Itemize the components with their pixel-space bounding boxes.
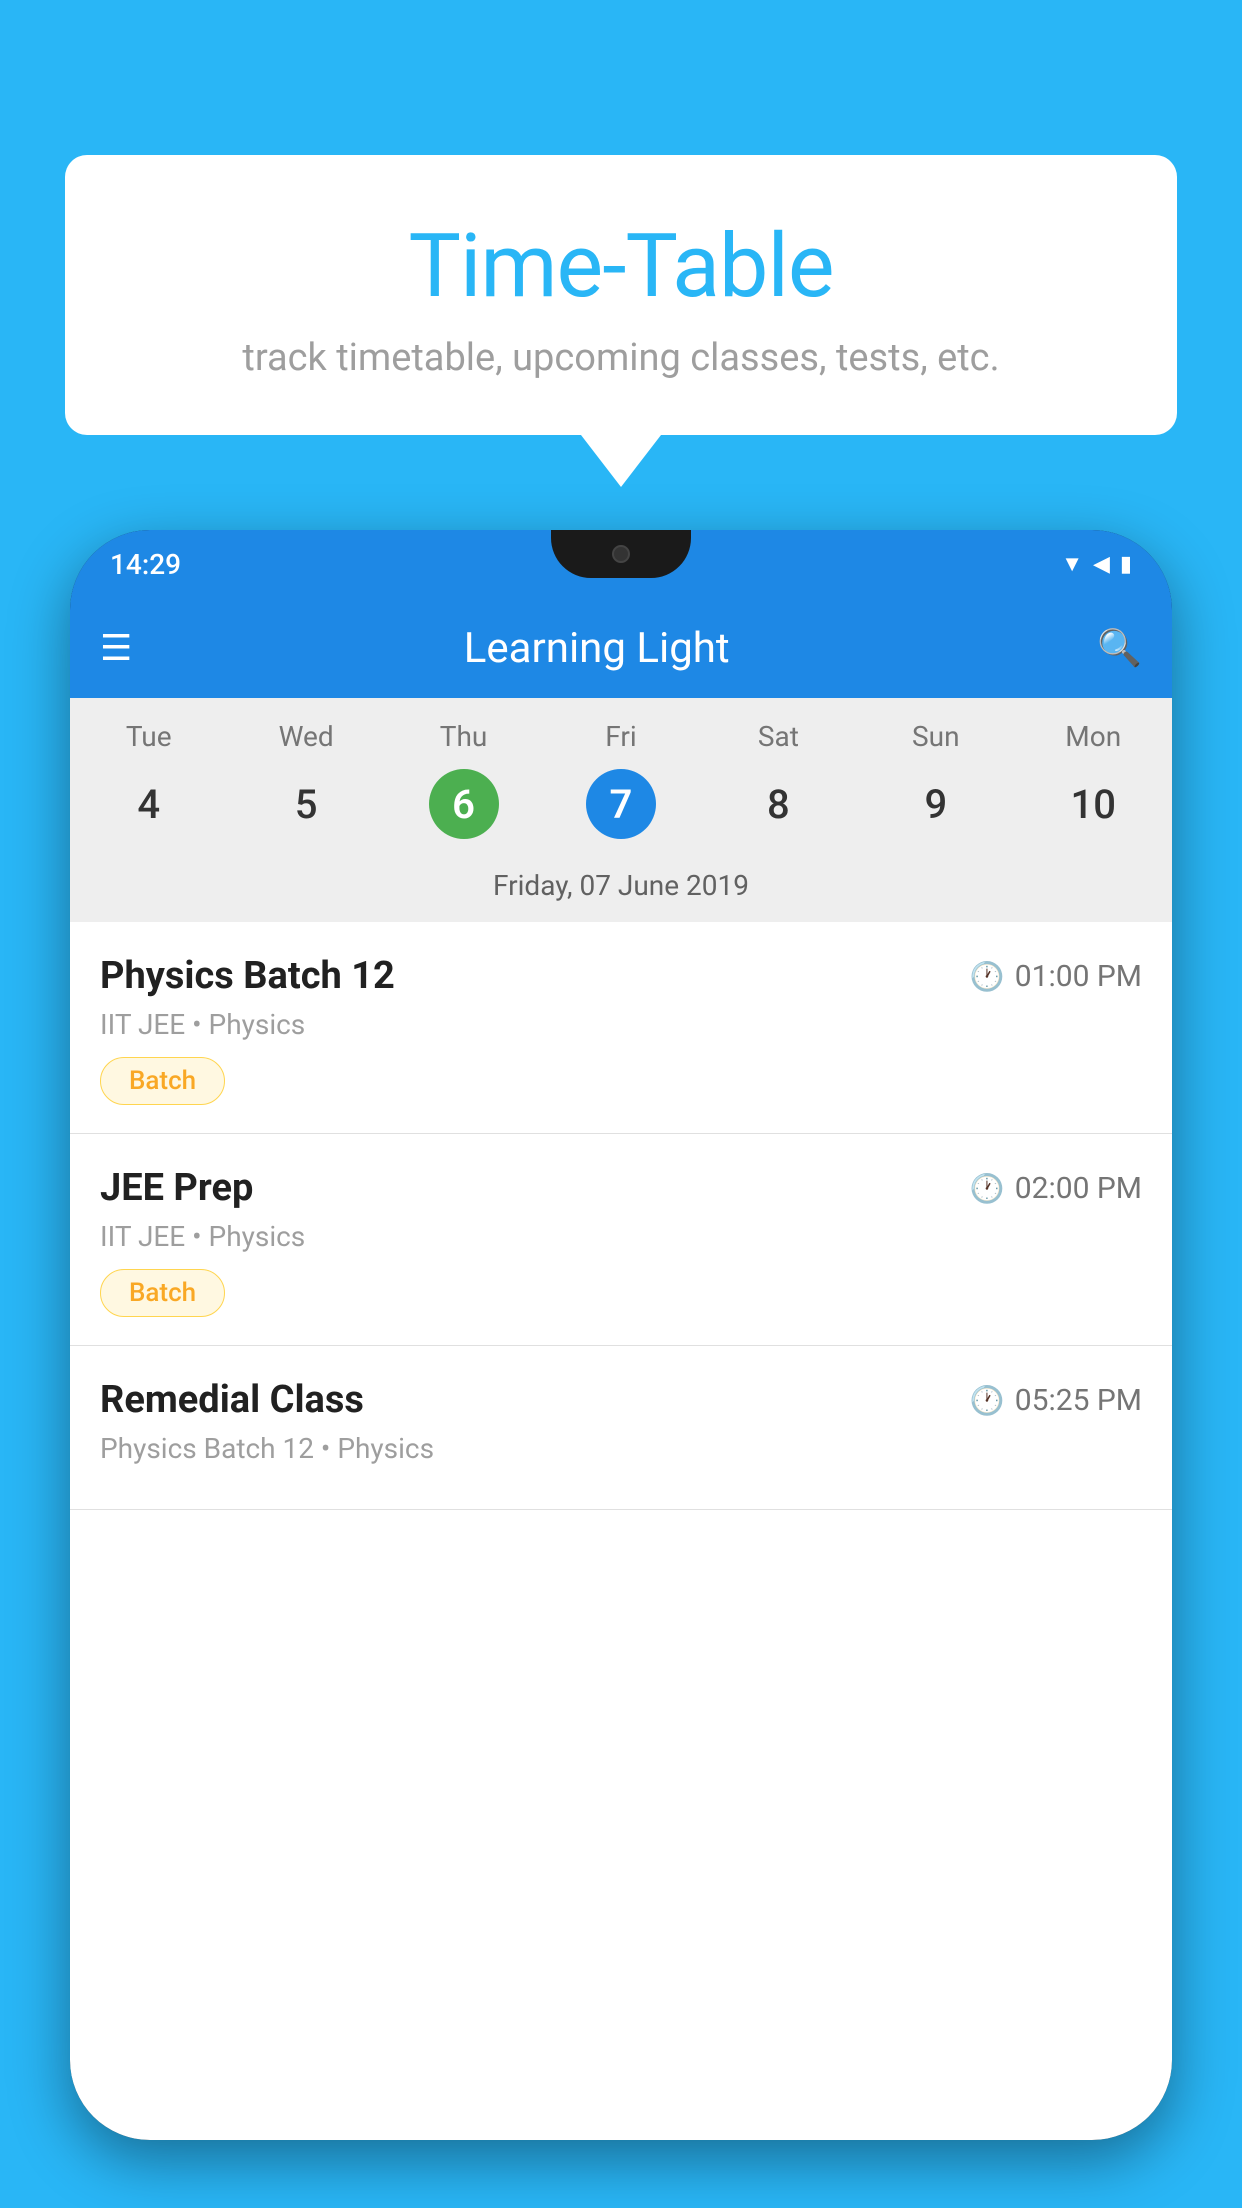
item-title-2: Remedial Class <box>100 1378 364 1422</box>
item-subtitle-2: Physics Batch 12 • Physics <box>100 1432 1142 1465</box>
status-bar: 14:29 ▼ ◀ ▮ <box>70 530 1172 598</box>
bubble-title: Time-Table <box>105 215 1137 318</box>
item-header-0: Physics Batch 12 🕐 01:00 PM <box>100 954 1142 998</box>
clock-icon-0: 🕐 <box>970 960 1005 993</box>
calendar-strip: Tue Wed Thu Fri Sat Sun Mon 4 5 6 7 8 9 … <box>70 698 1172 922</box>
clock-icon-1: 🕐 <box>970 1172 1005 1205</box>
date-col-4[interactable]: 8 <box>700 769 857 839</box>
item-header-2: Remedial Class 🕐 05:25 PM <box>100 1378 1142 1422</box>
item-time-1: 🕐 02:00 PM <box>970 1171 1142 1206</box>
phone-frame: 14:29 ▼ ◀ ▮ ☰ Learning Light 🔍 Tue Wed T… <box>70 530 1172 2140</box>
speech-bubble-container: Time-Table track timetable, upcoming cla… <box>65 155 1177 435</box>
phone-notch <box>551 530 691 578</box>
phone-screen: Tue Wed Thu Fri Sat Sun Mon 4 5 6 7 8 9 … <box>70 698 1172 2140</box>
batch-badge-1: Batch <box>100 1269 225 1317</box>
wifi-icon: ▼ <box>1061 551 1083 577</box>
selected-date-label: Friday, 07 June 2019 <box>70 859 1172 922</box>
day-col-4: Sat <box>700 720 857 753</box>
clock-icon-2: 🕐 <box>970 1384 1005 1417</box>
date-col-5[interactable]: 9 <box>857 769 1014 839</box>
app-bar: ☰ Learning Light 🔍 <box>70 598 1172 698</box>
date-col-1[interactable]: 5 <box>227 769 384 839</box>
schedule-item-1[interactable]: JEE Prep 🕐 02:00 PM IIT JEE • Physics Ba… <box>70 1134 1172 1346</box>
schedule-item-2[interactable]: Remedial Class 🕐 05:25 PM Physics Batch … <box>70 1346 1172 1510</box>
date-col-3[interactable]: 7 <box>542 769 699 839</box>
status-icons: ▼ ◀ ▮ <box>1061 551 1132 577</box>
dates-row: 4 5 6 7 8 9 10 <box>70 761 1172 859</box>
bubble-subtitle: track timetable, upcoming classes, tests… <box>105 336 1137 380</box>
day-col-0: Tue <box>70 720 227 753</box>
schedule-list: Physics Batch 12 🕐 01:00 PM IIT JEE • Ph… <box>70 922 1172 1510</box>
search-icon[interactable]: 🔍 <box>1097 627 1142 669</box>
item-header-1: JEE Prep 🕐 02:00 PM <box>100 1166 1142 1210</box>
date-col-0[interactable]: 4 <box>70 769 227 839</box>
day-col-6: Mon <box>1015 720 1172 753</box>
item-title-0: Physics Batch 12 <box>100 954 395 998</box>
schedule-item-0[interactable]: Physics Batch 12 🕐 01:00 PM IIT JEE • Ph… <box>70 922 1172 1134</box>
camera <box>612 545 630 563</box>
item-time-2: 🕐 05:25 PM <box>970 1383 1142 1418</box>
day-col-2: Thu <box>385 720 542 753</box>
status-time: 14:29 <box>110 548 181 581</box>
signal-icon: ◀ <box>1093 552 1110 577</box>
day-col-5: Sun <box>857 720 1014 753</box>
item-title-1: JEE Prep <box>100 1166 253 1210</box>
date-col-2[interactable]: 6 <box>385 769 542 839</box>
item-subtitle-0: IIT JEE • Physics <box>100 1008 1142 1041</box>
item-subtitle-1: IIT JEE • Physics <box>100 1220 1142 1253</box>
speech-bubble: Time-Table track timetable, upcoming cla… <box>65 155 1177 435</box>
batch-badge-0: Batch <box>100 1057 225 1105</box>
day-col-3: Fri <box>542 720 699 753</box>
date-col-6[interactable]: 10 <box>1015 769 1172 839</box>
day-col-1: Wed <box>227 720 384 753</box>
battery-icon: ▮ <box>1120 552 1132 577</box>
item-time-0: 🕐 01:00 PM <box>970 959 1142 994</box>
days-header: Tue Wed Thu Fri Sat Sun Mon <box>70 698 1172 761</box>
app-bar-title: Learning Light <box>132 624 1061 673</box>
hamburger-icon[interactable]: ☰ <box>100 627 132 669</box>
